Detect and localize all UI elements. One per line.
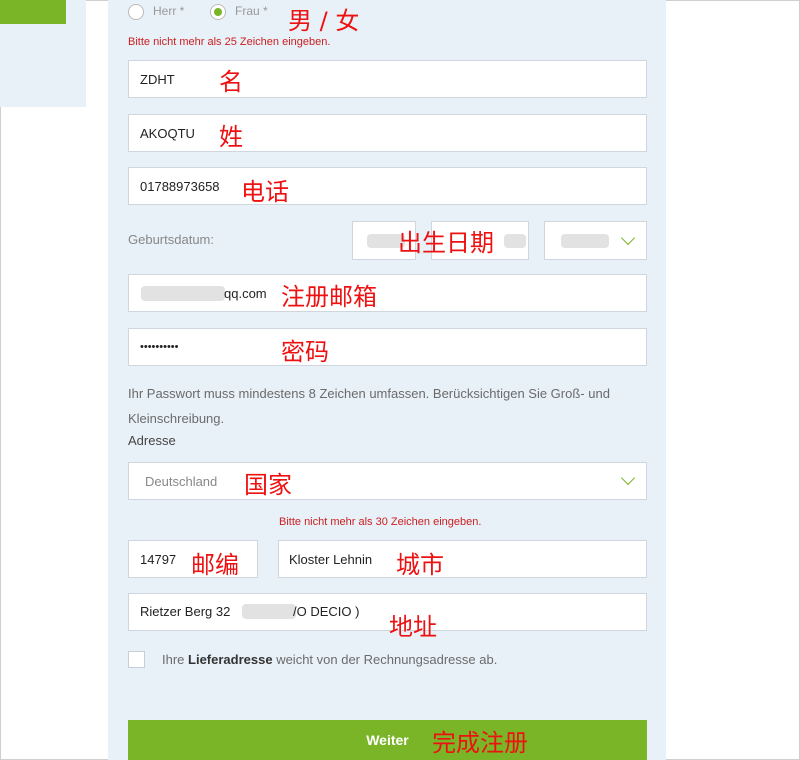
first-name-annotation: 名 bbox=[219, 68, 243, 96]
submit-annotation: 完成注册 bbox=[432, 729, 528, 757]
city-annotation: 城市 bbox=[396, 551, 444, 579]
gender-annotation: 男 / 女 bbox=[288, 7, 360, 35]
delivery-suffix: weicht von der Rechnungsadresse ab. bbox=[272, 652, 498, 667]
zip-value: 14797 bbox=[140, 551, 177, 567]
birthdate-label: Geburtsdatum: bbox=[128, 232, 214, 247]
radio-herr-label: Herr * bbox=[153, 4, 185, 18]
street-value-prefix: Rietzer Berg 32 bbox=[140, 604, 231, 619]
chevron-down-icon bbox=[620, 230, 636, 246]
left-side-panel bbox=[0, 0, 86, 107]
radio-frau-label: Frau * bbox=[235, 4, 268, 18]
first-name-value: ZDHT bbox=[140, 71, 175, 87]
zip-annotation: 邮编 bbox=[191, 551, 239, 579]
street-value-suffix: /O DECIO ) bbox=[293, 604, 360, 619]
password-value: •••••••••• bbox=[140, 341, 179, 353]
weiter-button[interactable]: Weiter bbox=[128, 720, 647, 760]
chevron-down-icon bbox=[620, 470, 636, 486]
error-max30: Bitte nicht mehr als 30 Zeichen eingeben… bbox=[279, 516, 482, 528]
redacted-year bbox=[561, 234, 609, 248]
delivery-prefix: Ihre bbox=[162, 652, 189, 667]
last-name-annotation: 姓 bbox=[219, 123, 243, 151]
error-max25: Bitte nicht mehr als 25 Zeichen eingeben… bbox=[128, 36, 331, 48]
password-annotation: 密码 bbox=[281, 338, 329, 366]
phone-field[interactable]: 01788973658 bbox=[128, 167, 647, 205]
country-select[interactable]: Deutschland bbox=[128, 462, 647, 500]
birth-year-select[interactable] bbox=[544, 221, 647, 260]
email-value: qq.com bbox=[224, 286, 267, 301]
last-name-field[interactable]: AKOQTU bbox=[128, 114, 647, 152]
redacted-street bbox=[242, 604, 296, 619]
address-label: Adresse bbox=[128, 433, 176, 448]
email-annotation: 注册邮箱 bbox=[281, 283, 377, 311]
city-field[interactable]: Kloster Lehnin bbox=[278, 540, 647, 578]
country-annotation: 国家 bbox=[244, 471, 292, 499]
left-green-tab[interactable] bbox=[0, 0, 66, 24]
password-help-text: Ihr Passwort muss mindestens 8 Zeichen u… bbox=[128, 386, 610, 426]
delivery-bold: Lieferadresse bbox=[188, 652, 273, 667]
delivery-address-label: Ihre Lieferadresse weicht von der Rechnu… bbox=[162, 652, 497, 667]
redacted-email-user bbox=[141, 286, 225, 301]
street-field[interactable]: Rietzer Berg 32 /O DECIO ) bbox=[128, 593, 647, 631]
delivery-address-checkbox[interactable] bbox=[128, 651, 145, 668]
weiter-button-label: Weiter bbox=[366, 732, 409, 748]
phone-annotation: 电话 bbox=[241, 178, 289, 206]
email-field[interactable]: qq.com bbox=[128, 274, 647, 312]
last-name-value: AKOQTU bbox=[140, 125, 195, 141]
birthdate-annotation: 出生日期 bbox=[398, 229, 494, 257]
phone-value: 01788973658 bbox=[140, 178, 220, 194]
country-value: Deutschland bbox=[145, 473, 218, 489]
redacted-month bbox=[504, 234, 526, 248]
radio-herr[interactable] bbox=[128, 4, 144, 20]
radio-frau[interactable] bbox=[210, 4, 226, 20]
city-value: Kloster Lehnin bbox=[289, 551, 373, 567]
password-field[interactable]: •••••••••• bbox=[128, 328, 647, 366]
street-annotation: 地址 bbox=[389, 613, 437, 641]
first-name-field[interactable]: ZDHT bbox=[128, 60, 647, 98]
